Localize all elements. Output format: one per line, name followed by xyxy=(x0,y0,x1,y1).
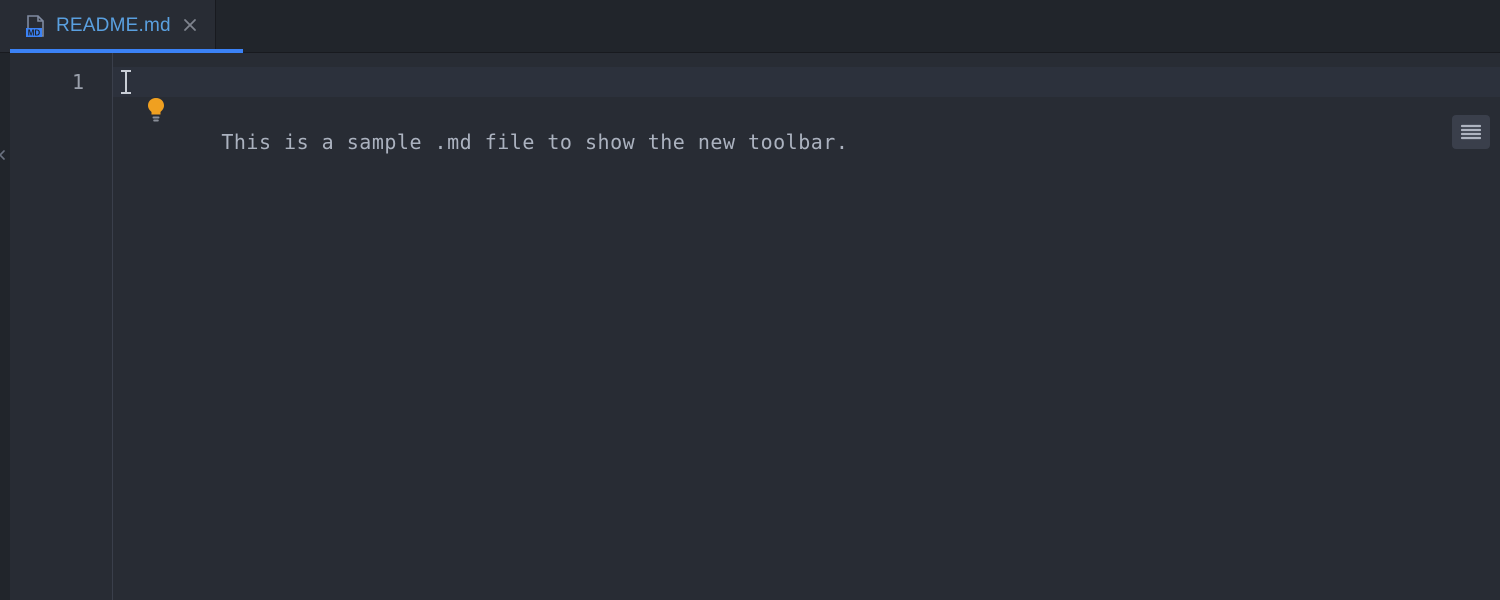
code-line-text: This is a sample .md file to show the ne… xyxy=(221,130,848,154)
text-align-icon xyxy=(1461,124,1481,140)
line-number[interactable]: 1 xyxy=(10,67,112,97)
left-gutter-edge xyxy=(0,53,10,600)
lightbulb-icon[interactable] xyxy=(145,97,167,123)
tab-bar: MD README.md xyxy=(0,0,1500,53)
markdown-file-icon: MD xyxy=(24,15,46,37)
soft-wrap-button[interactable] xyxy=(1452,115,1490,149)
close-icon[interactable] xyxy=(181,15,199,37)
tab-title: README.md xyxy=(56,15,171,37)
editor-body: 1 This is a sample .md file to show the … xyxy=(0,53,1500,600)
tabbar-left-edge xyxy=(0,0,10,52)
fold-chevron-icon[interactable] xyxy=(0,148,7,164)
md-badge-text: MD xyxy=(28,29,41,38)
code-area[interactable]: This is a sample .md file to show the ne… xyxy=(112,53,1500,600)
text-cursor-icon xyxy=(119,70,133,94)
tab-readme[interactable]: MD README.md xyxy=(10,0,216,52)
code-line[interactable]: This is a sample .md file to show the ne… xyxy=(113,67,1500,97)
editor-app: MD README.md 1 This is a sample .md file… xyxy=(0,0,1500,600)
line-number-gutter[interactable]: 1 xyxy=(10,53,112,600)
